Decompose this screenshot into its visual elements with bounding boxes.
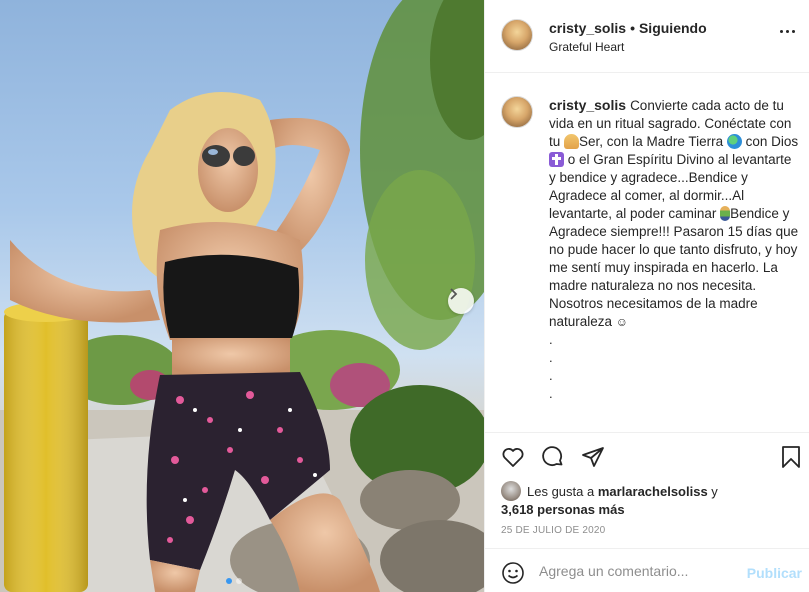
caption-text-3: con Dios [741, 134, 799, 149]
post-date[interactable]: 25 DE JULIO DE 2020 [501, 525, 605, 536]
comment-icon[interactable] [541, 445, 565, 474]
post-panel: cristy_solis • Siguiendo Grateful Heart cr… [484, 0, 809, 592]
caption-dot: . [549, 368, 553, 383]
cross-icon [549, 152, 564, 167]
post-actions: Les gusta a marlarachelsoliss y 3,618 pe… [485, 432, 809, 558]
follow-status-button[interactable]: Siguiendo [639, 20, 707, 36]
carousel-indicator [226, 578, 242, 584]
post-caption: cristy_solis Convierte cada acto de tu vi… [549, 96, 799, 403]
share-icon[interactable] [581, 445, 605, 474]
person-walking-icon [720, 206, 731, 221]
likes-count[interactable]: 3,618 personas más [501, 502, 625, 517]
carousel-dot [236, 578, 242, 584]
smiling-face-icon: ☺ [615, 315, 629, 329]
more-options-icon[interactable] [780, 30, 795, 33]
liker-username[interactable]: marlarachelsoliss [598, 484, 708, 499]
globe-icon [726, 134, 742, 149]
caption-author-avatar[interactable] [501, 96, 533, 128]
comment-input[interactable] [539, 559, 739, 583]
author-avatar[interactable] [501, 19, 533, 51]
caption-dot: . [549, 332, 553, 347]
caption-dot: . [549, 350, 553, 365]
likes-summary: Les gusta a marlarachelsoliss y 3,618 pe… [501, 481, 796, 519]
caption-text-5: Bendice y Agradece siempre!!! Pasaron 15… [549, 206, 799, 329]
caption-text-2: Ser, con la Madre Tierra [579, 134, 727, 149]
publish-button[interactable]: Publicar [747, 565, 802, 581]
caption-dot: . [549, 386, 553, 401]
likes-connector: y [707, 484, 718, 499]
heart-icon[interactable] [501, 445, 525, 474]
post-header: cristy_solis • Siguiendo Grateful Heart [485, 0, 809, 73]
bookmark-icon[interactable] [780, 445, 802, 474]
comments-section: cristy_solis Convierte cada acto de tu vi… [485, 74, 809, 432]
author-username[interactable]: cristy_solis [549, 20, 626, 36]
likes-prefix: Les gusta a [527, 484, 598, 499]
author-line: cristy_solis • Siguiendo [549, 20, 707, 36]
post-location[interactable]: Grateful Heart [549, 40, 624, 54]
comment-bar: Publicar [485, 548, 809, 592]
carousel-dot-active [226, 578, 232, 584]
liker-avatar[interactable] [501, 481, 521, 501]
caption-username[interactable]: cristy_solis [549, 97, 626, 113]
emoji-icon[interactable] [501, 561, 525, 590]
carousel-next-button[interactable] [448, 288, 474, 314]
praying-hands-icon [564, 134, 580, 149]
photo-illustration [0, 0, 484, 592]
separator-dot: • [630, 20, 635, 36]
post-photo[interactable] [0, 0, 484, 592]
